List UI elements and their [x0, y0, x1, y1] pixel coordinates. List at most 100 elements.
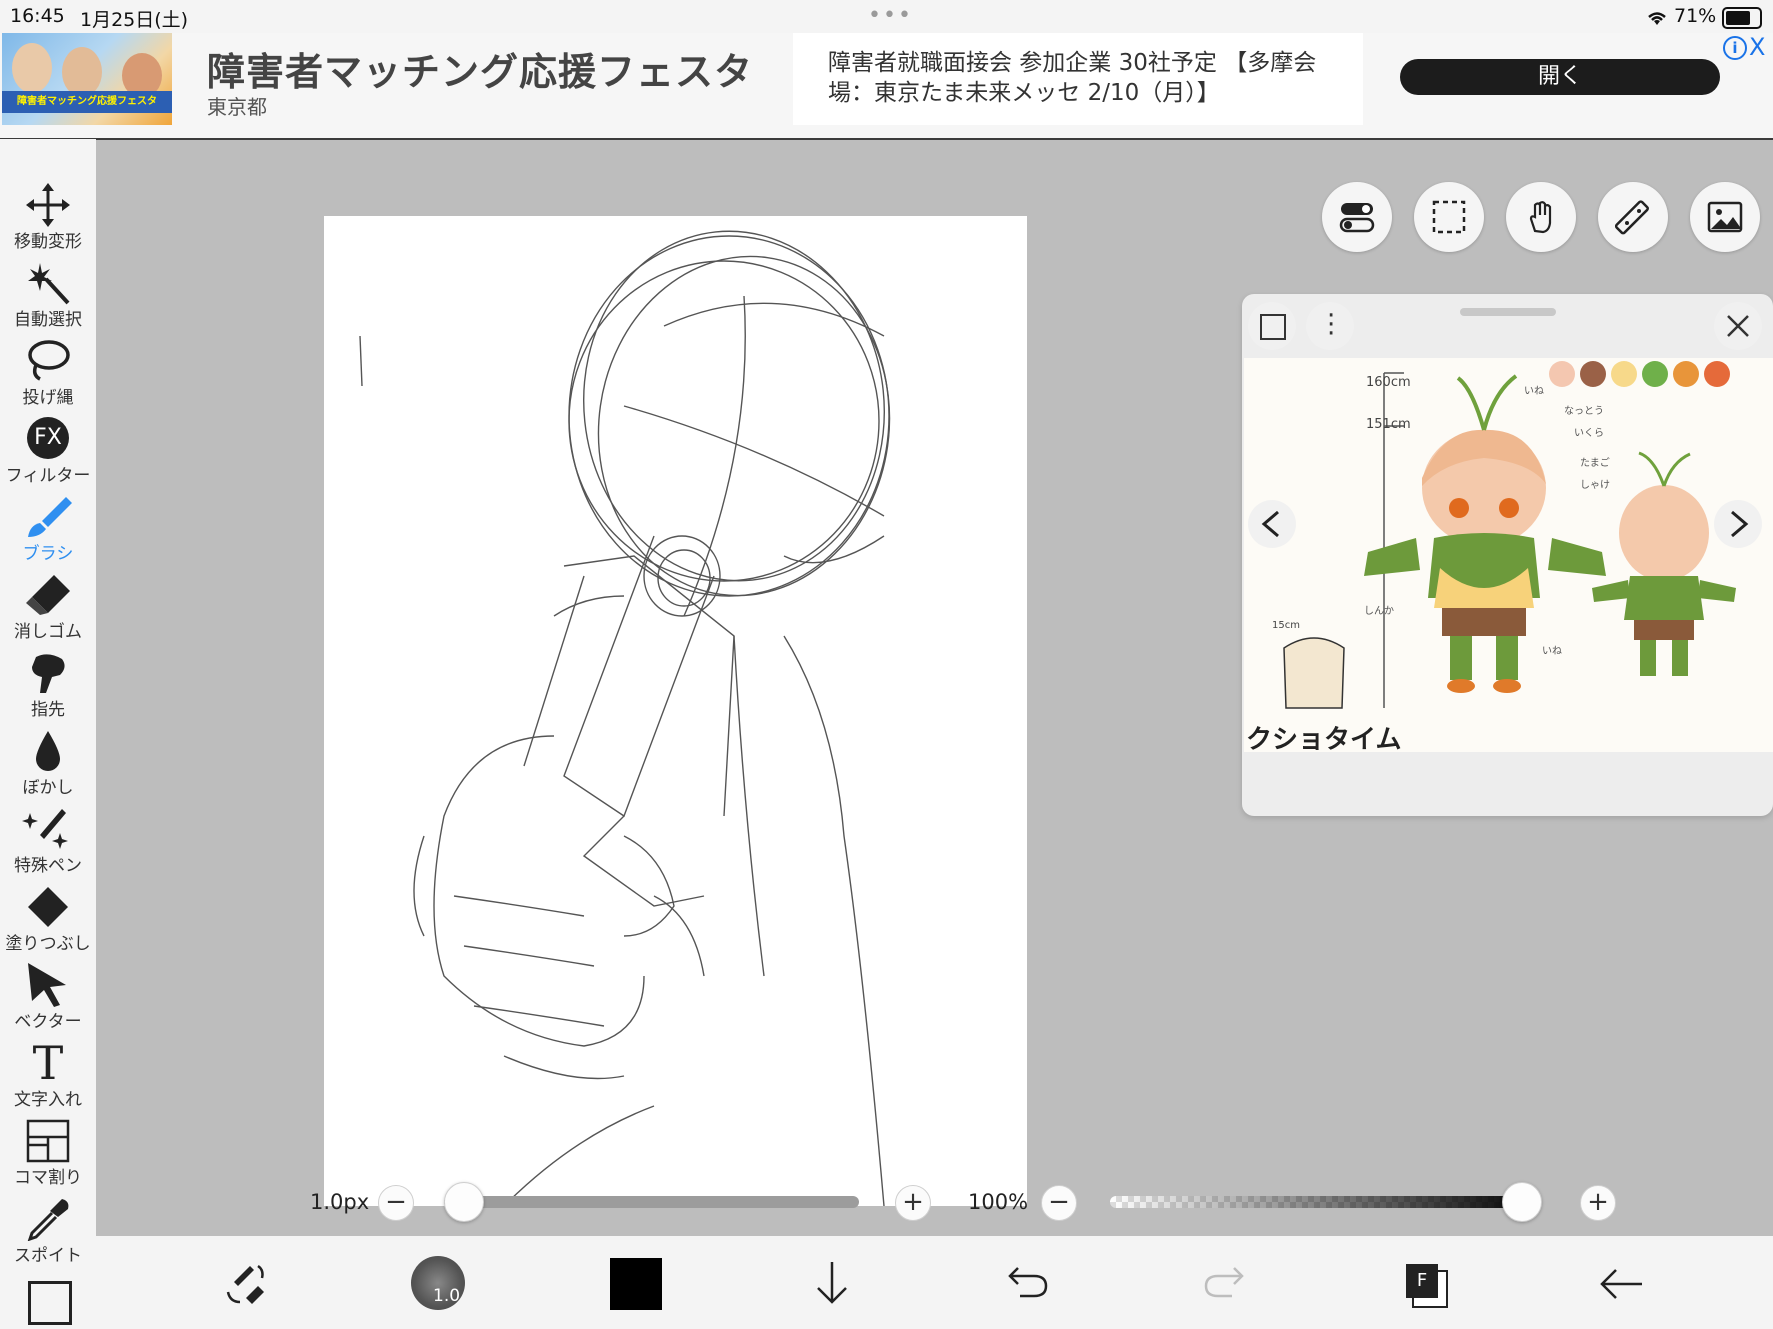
current-color-swatch[interactable]: [610, 1258, 662, 1310]
tool-fill[interactable]: 塗りつぶし: [0, 881, 96, 959]
opacity-decrease-button[interactable]: −: [1041, 1185, 1077, 1221]
tool-label: ベクター: [14, 1012, 82, 1032]
eraser-icon: [26, 575, 70, 615]
palette-swatch: [1580, 361, 1606, 387]
ad-info-icon[interactable]: i: [1723, 36, 1747, 60]
ref-prev-button[interactable]: [1248, 500, 1296, 548]
ruler-icon: [1615, 200, 1649, 235]
back-icon[interactable]: [1598, 1266, 1644, 1302]
opacity-value: 100%: [968, 1190, 1029, 1214]
bottom-toolbar: 1.0 F: [96, 1236, 1773, 1329]
frame-icon: [1260, 314, 1286, 340]
redo-icon[interactable]: [1202, 1262, 1246, 1302]
tool-palette: 移動変形 自動選択 投げ縄 FX フィルター ブラシ 消しゴム 指先 ぼかし 特…: [0, 139, 96, 1329]
tool-label: 自動選択: [14, 310, 82, 330]
panel-split-icon: [26, 1119, 70, 1163]
tool-label: 消しゴム: [14, 622, 82, 642]
ad-banner[interactable]: 障害者マッチング応援フェスタ 障害者マッチング応援フェスタ 東京都 障害者就職面…: [0, 33, 1773, 140]
ref-more-button[interactable]: · · ·: [1306, 302, 1354, 350]
ad-close-icon[interactable]: X: [1749, 33, 1765, 61]
tool-blur[interactable]: ぼかし: [0, 725, 96, 803]
opacity-track[interactable]: [1110, 1196, 1540, 1208]
tool-label: 投げ縄: [22, 388, 74, 408]
sketch-drawing: [359, 230, 891, 1207]
layers-button[interactable]: F: [1402, 1260, 1450, 1308]
layers-icon: F: [1406, 1264, 1438, 1298]
tool-label: 文字入れ: [14, 1090, 82, 1110]
tool-panel-split[interactable]: コマ割り: [0, 1115, 96, 1193]
blur-drop-icon: [36, 731, 60, 771]
magic-wand-icon: [28, 263, 70, 305]
swap-tools-icon[interactable]: [222, 1262, 268, 1308]
note-label: しゃけ: [1580, 479, 1610, 491]
ref-next-button[interactable]: [1714, 500, 1762, 548]
brush-size-track[interactable]: [444, 1196, 859, 1208]
tool-move-transform[interactable]: 移動変形: [0, 179, 96, 257]
selection-icon: [1432, 200, 1466, 234]
reference-image[interactable]: 160cm 151cm 15cm クショタイム いね なっとう いくら たまご …: [1244, 358, 1773, 752]
brush-size-preview[interactable]: 1.0: [411, 1256, 465, 1310]
ruler-button[interactable]: [1598, 182, 1668, 252]
fill-icon: [28, 887, 68, 927]
tool-finger[interactable]: 指先: [0, 647, 96, 725]
reference-window[interactable]: 160cm 151cm 15cm クショタイム いね なっとう いくら たまご …: [1242, 294, 1773, 816]
opacity-increase-button[interactable]: +: [1580, 1185, 1616, 1221]
tool-label: フィルター: [5, 466, 91, 486]
tool-label: ブラシ: [22, 544, 74, 564]
tool-eyedropper[interactable]: スポイト: [0, 1193, 96, 1271]
note-label: なっとう: [1564, 405, 1604, 417]
toggle-icon: [1339, 203, 1375, 233]
multitask-dots-icon[interactable]: •••: [868, 3, 913, 28]
note-label: しんか: [1364, 605, 1394, 617]
chevron-right-icon: [1731, 510, 1749, 538]
hand-button[interactable]: [1506, 182, 1576, 252]
palette-swatch: [1704, 361, 1730, 387]
opacity-slider-thumb[interactable]: [1502, 1182, 1542, 1222]
tool-eraser[interactable]: 消しゴム: [0, 569, 96, 647]
brush-size-increase-button[interactable]: +: [895, 1185, 931, 1221]
palette-swatch: [1642, 361, 1668, 387]
drawing-canvas[interactable]: [324, 216, 1027, 1207]
toggle-button[interactable]: [1322, 182, 1392, 252]
tool-label: コマ割り: [14, 1168, 82, 1188]
brush-size-decrease-button[interactable]: −: [378, 1185, 414, 1221]
tool-vector[interactable]: ベクター: [0, 959, 96, 1037]
ref-close-button[interactable]: [1714, 302, 1762, 350]
battery-percent: 71%: [1674, 5, 1717, 27]
tool-filter[interactable]: FX フィルター: [0, 413, 96, 491]
undo-icon[interactable]: [1006, 1262, 1050, 1302]
download-icon[interactable]: [812, 1260, 852, 1306]
height-label-160: 160cm: [1366, 375, 1411, 390]
chevron-left-icon: [1261, 510, 1279, 538]
tool-label: 移動変形: [14, 232, 82, 252]
ad-thumbnail[interactable]: 障害者マッチング応援フェスタ: [2, 33, 172, 125]
brush-size-preview-label: 1.0: [433, 1286, 461, 1306]
palette-swatch: [1611, 361, 1637, 387]
tool-brush[interactable]: ブラシ: [0, 491, 96, 569]
ad-description-box[interactable]: 障害者就職面接会 参加企業 30社予定 【多摩会場：東京たま未来メッセ 2/10…: [793, 33, 1363, 125]
status-bar: 16:45 1月25日(土) ••• 71%: [0, 0, 1773, 33]
tool-special-pen[interactable]: 特殊ペン: [0, 803, 96, 881]
hand-icon: [1529, 201, 1552, 234]
tool-auto-select[interactable]: 自動選択: [0, 257, 96, 335]
eyedropper-icon: [27, 1199, 69, 1241]
brush-size-slider-thumb[interactable]: [444, 1182, 484, 1222]
tool-text[interactable]: T 文字入れ: [0, 1037, 96, 1115]
selection-button[interactable]: [1414, 182, 1484, 252]
vector-icon: [28, 963, 66, 1007]
size-label-15: 15cm: [1272, 620, 1300, 631]
character-sheet: 160cm 151cm 15cm クショタイム いね なっとう いくら たまご …: [1246, 361, 1736, 752]
tool-lasso[interactable]: 投げ縄: [0, 335, 96, 413]
ad-open-button[interactable]: 開く: [1400, 59, 1720, 95]
note-label: いね: [1524, 385, 1544, 397]
layer-label: F: [1416, 1270, 1428, 1291]
layer-toggle-icon[interactable]: [28, 1281, 72, 1325]
wifi-icon: [1648, 12, 1666, 25]
status-date: 1月25日(土): [80, 9, 189, 31]
drag-handle[interactable]: [1460, 308, 1556, 316]
reference-image-button[interactable]: [1690, 182, 1760, 252]
brush-icon: [28, 497, 72, 537]
ref-frame-button[interactable]: [1248, 302, 1296, 350]
ad-title[interactable]: 障害者マッチング応援フェスタ: [207, 41, 753, 96]
image-icon: [1707, 201, 1743, 233]
